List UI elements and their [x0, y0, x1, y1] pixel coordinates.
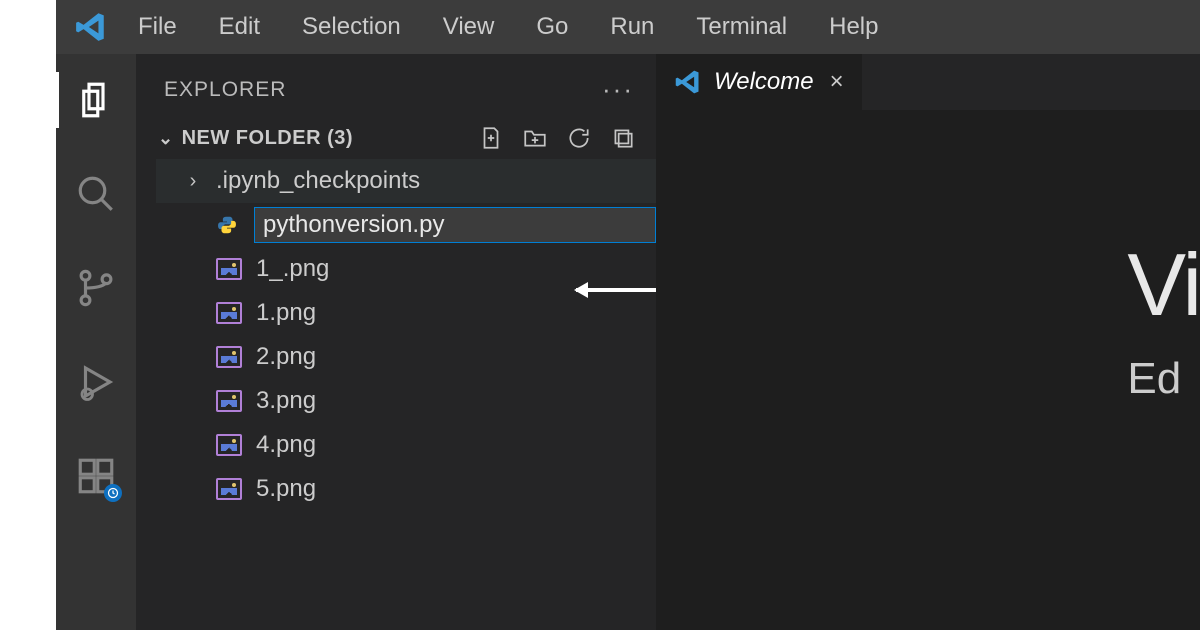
image-file-icon [216, 476, 242, 502]
menu-edit[interactable]: Edit [201, 7, 278, 47]
play-bug-icon [75, 361, 117, 403]
explorer-title: EXPLORER [164, 78, 286, 102]
tree-label: 5.png [256, 475, 316, 503]
activity-explorer[interactable] [56, 72, 136, 128]
activity-source-control[interactable] [56, 260, 136, 316]
tree-label: .ipynb_checkpoints [216, 167, 420, 195]
python-file-icon [214, 212, 240, 238]
tab-bar: Welcome × [656, 54, 1200, 110]
tree-label: 1_.png [256, 255, 329, 283]
tree-file-editing[interactable]: › [156, 203, 656, 247]
folder-name: NEW FOLDER (3) [182, 127, 353, 150]
menu-selection[interactable]: Selection [284, 7, 419, 47]
tree-file[interactable]: › 2.png [156, 335, 656, 379]
activity-extensions[interactable] [56, 448, 136, 504]
files-icon [75, 79, 117, 121]
explorer-more-icon[interactable]: ··· [602, 74, 634, 105]
image-file-icon [216, 256, 242, 282]
tree-file[interactable]: › 4.png [156, 423, 656, 467]
welcome-page: Vi Ed [1127, 234, 1200, 404]
tree-file[interactable]: › 3.png [156, 379, 656, 423]
tree-label: 1.png [256, 299, 316, 327]
menu-go[interactable]: Go [518, 7, 586, 47]
menu-run[interactable]: Run [592, 7, 672, 47]
chevron-right-icon: › [184, 170, 202, 193]
welcome-headline: Vi [1127, 234, 1200, 336]
collapse-all-icon[interactable] [610, 125, 636, 151]
image-file-icon [216, 344, 242, 370]
menubar: File Edit Selection View Go Run Terminal… [56, 0, 1200, 54]
tree-label: 4.png [256, 431, 316, 459]
tab-title: Welcome [714, 68, 814, 96]
file-tree: › .ipynb_checkpoints › › 1_.png › [136, 159, 656, 511]
folder-header[interactable]: ⌄ NEW FOLDER (3) [136, 115, 656, 159]
activity-search[interactable] [56, 166, 136, 222]
welcome-subhead: Ed [1127, 354, 1200, 404]
tree-folder-checkpoints[interactable]: › .ipynb_checkpoints [156, 159, 656, 203]
tree-file[interactable]: › 5.png [156, 467, 656, 511]
new-file-name-input[interactable] [254, 207, 656, 243]
menu-view[interactable]: View [425, 7, 513, 47]
vscode-logo-icon [68, 10, 114, 44]
menu-help[interactable]: Help [811, 7, 896, 47]
activity-run-debug[interactable] [56, 354, 136, 410]
search-icon [75, 173, 117, 215]
tab-welcome[interactable]: Welcome × [656, 54, 862, 110]
new-file-icon[interactable] [478, 125, 504, 151]
refresh-icon[interactable] [566, 125, 592, 151]
tree-label: 2.png [256, 343, 316, 371]
chevron-down-icon: ⌄ [158, 128, 174, 149]
clock-badge-icon [104, 484, 122, 502]
tree-label: 3.png [256, 387, 316, 415]
new-folder-icon[interactable] [522, 125, 548, 151]
close-icon[interactable]: × [826, 68, 844, 96]
image-file-icon [216, 388, 242, 414]
vscode-window: File Edit Selection View Go Run Terminal… [56, 0, 1200, 630]
vscode-logo-icon [674, 68, 702, 96]
explorer-sidebar: EXPLORER ··· ⌄ NEW FOLDER (3) › . [136, 54, 656, 630]
editor-area: Welcome × Vi Ed [656, 54, 1200, 630]
menu-file[interactable]: File [120, 7, 195, 47]
branch-icon [75, 267, 117, 309]
tree-file[interactable]: › 1_.png [156, 247, 656, 291]
activity-bar [56, 54, 136, 630]
image-file-icon [216, 300, 242, 326]
tree-file[interactable]: › 1.png [156, 291, 656, 335]
menu-terminal[interactable]: Terminal [678, 7, 805, 47]
image-file-icon [216, 432, 242, 458]
